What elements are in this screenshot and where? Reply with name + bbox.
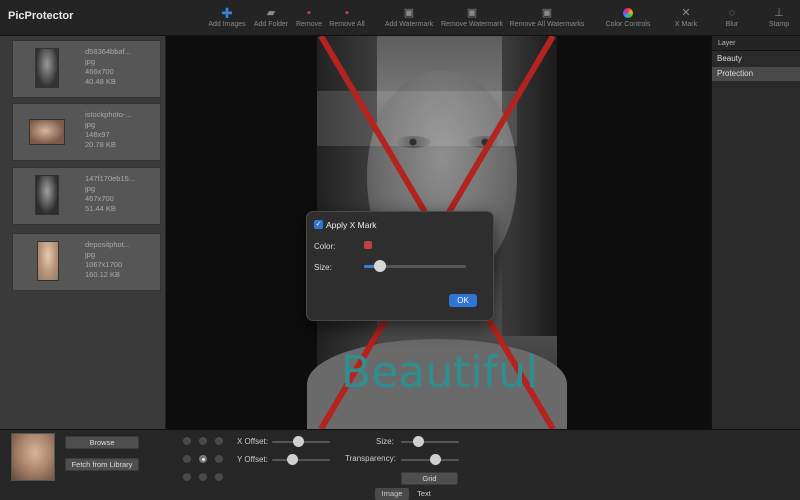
size-label: Size:	[314, 263, 332, 272]
size-slider-bottom[interactable]	[401, 441, 459, 443]
remove-all-button[interactable]: ▪ Remove All	[327, 5, 367, 33]
folder-icon: ▰	[266, 7, 276, 19]
position-dot[interactable]	[183, 473, 191, 481]
layer-item-protection[interactable]: Protection	[712, 67, 800, 81]
thumbnail	[35, 175, 59, 215]
stamp-icon: ⊥	[774, 7, 784, 19]
image-size: 51.44 KB	[85, 204, 116, 213]
image-size: 20.78 KB	[85, 140, 116, 149]
apply-x-mark-checkbox[interactable]: ✓	[314, 220, 323, 229]
transparency-label: Transparency:	[345, 454, 396, 463]
position-dot[interactable]	[215, 455, 223, 463]
color-wheel-icon	[602, 5, 654, 21]
bottom-panel: Browse Fetch from Library X Offset: Y Of…	[0, 429, 800, 500]
image-dimensions: 1067x1700	[85, 260, 123, 269]
ok-button[interactable]: OK	[449, 294, 477, 307]
image-dimensions: 148x97	[85, 130, 110, 139]
thumbnail	[29, 119, 65, 145]
app-title: PicProtector	[8, 10, 74, 22]
color-swatch[interactable]	[364, 241, 372, 249]
list-item[interactable]: istockphoto-... jpg 148x97 20.78 KB	[12, 103, 161, 161]
color-label: Color:	[314, 242, 336, 251]
browse-button[interactable]: Browse	[65, 436, 139, 449]
image-size: 40.48 KB	[85, 77, 116, 86]
image-name: d58364bbaf...	[85, 47, 131, 56]
layer-header: Layer	[712, 36, 800, 51]
stamp-button[interactable]: ⊥ Stamp	[766, 5, 792, 33]
y-offset-label: Y Offset:	[237, 455, 268, 464]
toolbar: PicProtector ✚ Add Images ▰ Add Folder ▪…	[0, 0, 800, 36]
list-item[interactable]: depositphot... jpg 1067x1700 160.12 KB	[12, 233, 161, 291]
y-offset-slider[interactable]	[272, 459, 330, 461]
image-list: d58364bbaf... jpg 466x700 40.48 KB istoc…	[0, 36, 166, 429]
position-dot[interactable]	[215, 437, 223, 445]
remove-watermark-icon: ▣	[466, 7, 478, 19]
position-dot[interactable]	[199, 473, 207, 481]
preview-thumbnail	[11, 433, 55, 481]
image-name: depositphot...	[85, 240, 131, 249]
grid-button[interactable]: Grid	[401, 472, 458, 485]
thumbnail	[37, 241, 59, 281]
fetch-from-library-button[interactable]: Fetch from Library	[65, 458, 139, 471]
image-type: jpg	[85, 250, 96, 259]
layer-item-beauty[interactable]: Beauty	[712, 52, 800, 66]
image-size: 160.12 KB	[85, 270, 121, 279]
position-dot[interactable]	[199, 437, 207, 445]
text-watermark: Beautiful	[341, 347, 539, 398]
position-dot-selected[interactable]	[199, 455, 207, 463]
color-controls-button[interactable]: Color Controls	[602, 5, 654, 33]
blur-icon: ◌	[728, 7, 736, 19]
tab-text[interactable]: Text	[410, 488, 438, 500]
remove-all-icon: ▪	[345, 7, 349, 19]
image-type: jpg	[85, 184, 96, 193]
remove-all-watermarks-button[interactable]: ▣ Remove All Watermarks	[508, 5, 586, 33]
plus-icon: ✚	[221, 5, 233, 21]
remove-watermark-button[interactable]: ▣ Remove Watermark	[440, 5, 504, 33]
position-dot[interactable]	[183, 455, 191, 463]
remove-all-watermarks-icon: ▣	[541, 7, 553, 19]
image-type: jpg	[85, 57, 96, 66]
size-slider-knob[interactable]	[374, 260, 387, 272]
layer-panel: Layer Beauty Protection	[711, 36, 800, 429]
blur-button[interactable]: ◌ Blur	[720, 5, 744, 33]
image-type: jpg	[85, 120, 96, 129]
add-images-button[interactable]: ✚ Add Images	[206, 5, 248, 33]
position-dot[interactable]	[183, 437, 191, 445]
x-mark-icon: ✕	[681, 7, 691, 19]
image-name: 147f170eb15...	[85, 174, 136, 183]
x-mark-button[interactable]: ✕ X Mark	[672, 5, 700, 33]
add-folder-button[interactable]: ▰ Add Folder	[252, 5, 290, 33]
x-offset-label: X Offset:	[237, 437, 268, 446]
size-knob-bottom[interactable]	[412, 436, 424, 447]
list-item[interactable]: d58364bbaf... jpg 466x700 40.48 KB	[12, 40, 161, 98]
thumbnail	[35, 48, 59, 88]
apply-x-mark-label: Apply X Mark	[326, 220, 377, 230]
list-item[interactable]: 147f170eb15... jpg 467x700 51.44 KB	[12, 167, 161, 225]
x-mark-dialog: ✓ Apply X Mark Color: Size: OK	[306, 211, 494, 321]
remove-icon: ▪	[307, 7, 311, 19]
y-offset-knob[interactable]	[286, 454, 298, 465]
image-dimensions: 467x700	[85, 194, 114, 203]
x-offset-knob[interactable]	[292, 436, 304, 447]
transparency-knob[interactable]	[430, 454, 442, 465]
add-watermark-button[interactable]: ▣ Add Watermark	[383, 5, 435, 33]
watermark-icon: ▣	[403, 7, 415, 19]
remove-button[interactable]: ▪ Remove	[293, 5, 325, 33]
tab-image[interactable]: Image	[375, 488, 409, 500]
position-dot[interactable]	[215, 473, 223, 481]
size-label-bottom: Size:	[376, 437, 394, 446]
image-name: istockphoto-...	[85, 110, 132, 119]
image-dimensions: 466x700	[85, 67, 114, 76]
